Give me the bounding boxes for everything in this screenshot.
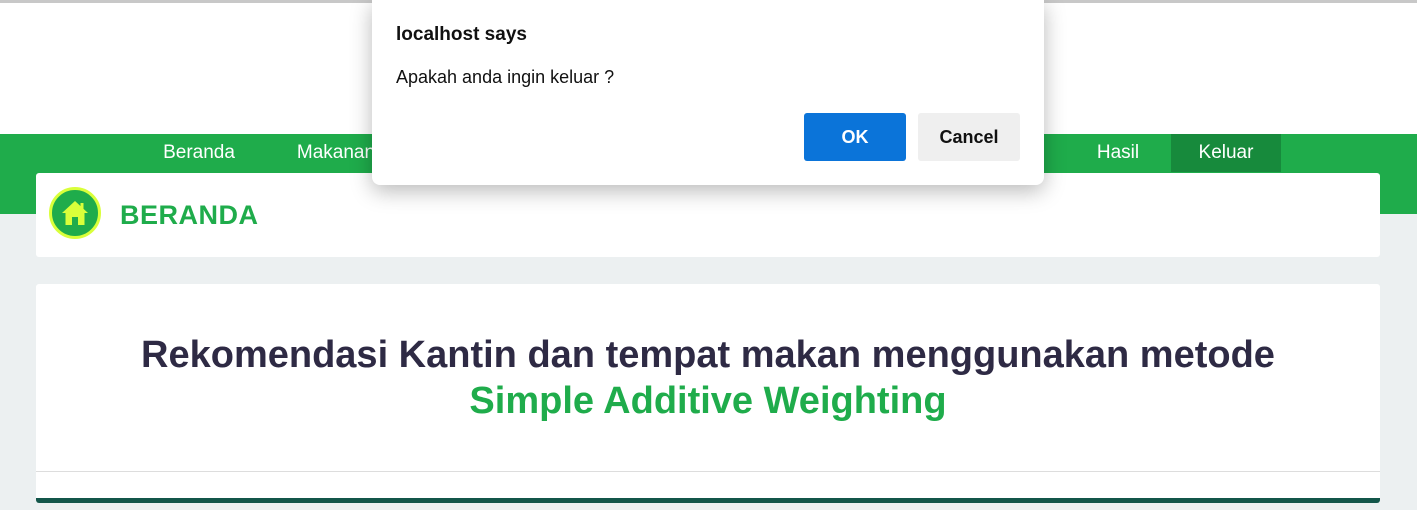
home-icon [62,201,88,225]
page-headline: Rekomendasi Kantin dan tempat makan meng… [36,332,1380,424]
nav-item-hasil[interactable]: Hasil [1076,134,1160,172]
confirm-dialog: localhost says Apakah anda ingin keluar … [372,0,1044,185]
nav-item-beranda[interactable]: Beranda [142,134,256,172]
dialog-message: Apakah anda ingin keluar ? [396,67,615,87]
main-card: Rekomendasi Kantin dan tempat makan meng… [36,284,1380,503]
ok-button[interactable]: OK [804,113,906,161]
dialog-title: localhost says [396,24,527,45]
nav-item-keluar[interactable]: Keluar [1171,134,1281,172]
card-divider [36,471,1380,472]
home-badge [49,187,101,239]
card-bottom-bar [36,498,1380,503]
section-title: BERANDA [120,200,259,230]
headline-line-1: Rekomendasi Kantin dan tempat makan meng… [141,334,1275,376]
section-title-card: BERANDA [36,173,1380,257]
page: Beranda Makanan Hasil Keluar BERANDA Rek… [0,0,1417,510]
headline-line-2: Simple Additive Weighting [469,380,947,422]
cancel-button[interactable]: Cancel [918,113,1020,161]
